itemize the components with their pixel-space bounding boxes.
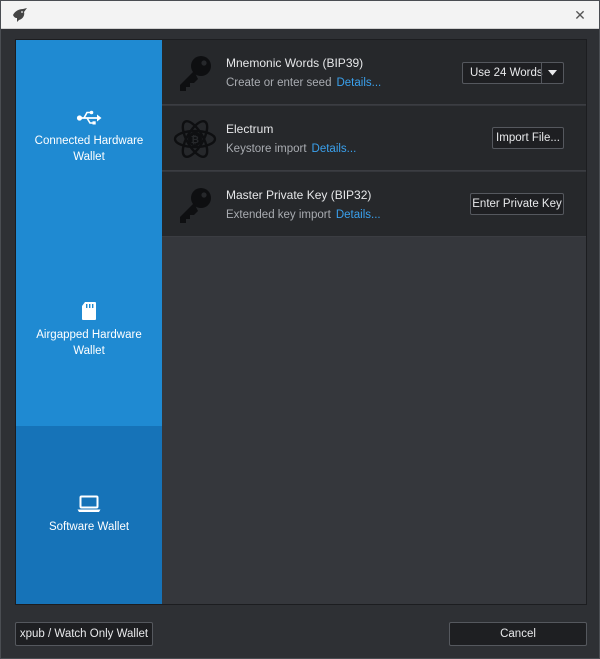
sd-card-icon — [81, 301, 97, 321]
sidebar: Connected Hardware Wallet Airgapped Hard… — [16, 40, 162, 604]
option-title: Mnemonic Words (BIP39) — [226, 56, 364, 70]
key-icon — [172, 50, 218, 96]
electrum-icon: ₿ — [172, 116, 218, 162]
laptop-icon — [77, 495, 101, 513]
usb-icon — [76, 109, 102, 127]
title-bar: ✕ — [1, 1, 599, 29]
use-24-words-label: Use 24 Words — [470, 67, 543, 79]
cancel-button[interactable]: Cancel — [449, 622, 587, 646]
chevron-down-icon[interactable] — [541, 63, 563, 83]
enter-private-key-button[interactable]: Enter Private Key — [470, 193, 564, 215]
import-file-button[interactable]: Import File... — [492, 127, 564, 149]
content-frame: Connected Hardware Wallet Airgapped Hard… — [15, 39, 587, 605]
option-subtitle-text: Extended key import — [226, 209, 331, 221]
watch-only-wallet-button[interactable]: xpub / Watch Only Wallet — [15, 622, 153, 646]
option-subtitle: Create or enter seed Details... — [226, 77, 381, 89]
option-row-master-private-key: Master Private Key (BIP32) Extended key … — [162, 172, 586, 237]
sidebar-item-label: Connected Hardware Wallet — [34, 134, 144, 163]
option-title: Master Private Key (BIP32) — [226, 188, 372, 202]
details-link[interactable]: Details... — [312, 143, 357, 155]
close-icon: ✕ — [574, 6, 586, 23]
software-wallet-options: Mnemonic Words (BIP39) Create or enter s… — [162, 40, 586, 604]
option-subtitle-text: Create or enter seed — [226, 77, 332, 89]
sidebar-item-label: Airgapped Hardware Wallet — [36, 328, 142, 357]
use-24-words-split-button[interactable]: Use 24 Words — [462, 62, 564, 84]
wallet-import-dialog: ✕ Connected Hardware Wallet Airgapped Ha… — [0, 0, 600, 659]
sidebar-item-label: Software Wallet — [48, 521, 130, 533]
option-subtitle: Extended key import Details... — [226, 209, 381, 221]
svg-text:₿: ₿ — [191, 134, 199, 146]
key-icon — [172, 182, 218, 228]
details-link[interactable]: Details... — [336, 209, 381, 221]
sparrow-app-icon — [11, 6, 29, 24]
sidebar-item-software-wallet[interactable]: Software Wallet — [16, 426, 162, 604]
option-subtitle: Keystore import Details... — [226, 143, 356, 155]
close-button[interactable]: ✕ — [569, 5, 591, 25]
option-row-electrum: ₿ Electrum Keystore import Details... Imp… — [162, 106, 586, 171]
option-subtitle-text: Keystore import — [226, 143, 307, 155]
option-row-mnemonic: Mnemonic Words (BIP39) Create or enter s… — [162, 40, 586, 105]
sidebar-item-airgapped-hardware-wallet[interactable]: Airgapped Hardware Wallet — [16, 233, 162, 426]
details-link[interactable]: Details... — [336, 77, 381, 89]
option-title: Electrum — [226, 122, 274, 136]
sidebar-item-connected-hardware-wallet[interactable]: Connected Hardware Wallet — [16, 40, 162, 233]
